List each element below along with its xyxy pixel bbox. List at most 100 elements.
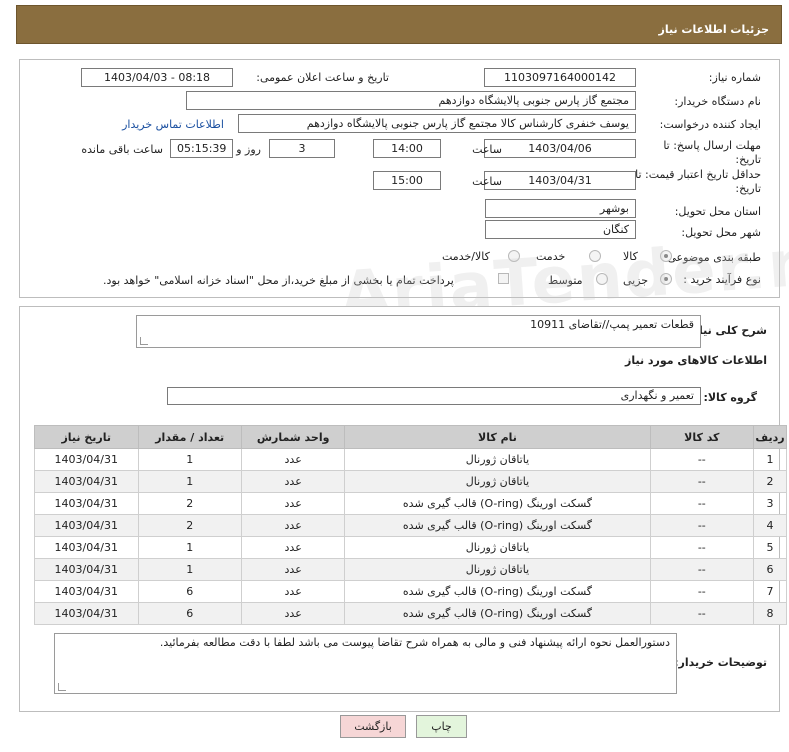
days-label: روز و	[236, 143, 261, 156]
cell-date: 1403/04/31	[34, 580, 139, 603]
table-row: 1 -- یاتاقان ژورنال عدد 1 1403/04/31	[34, 448, 787, 471]
table-row: 6 -- یاتاقان ژورنال عدد 1 1403/04/31	[34, 558, 787, 581]
reply-time-label: ساعت	[472, 143, 502, 156]
page-header: جزئیات اطلاعات نیاز	[16, 5, 782, 44]
cell-date: 1403/04/31	[34, 602, 139, 625]
cell-date: 1403/04/31	[34, 514, 139, 537]
buyer-org-label: نام دستگاه خریدار:	[674, 95, 761, 108]
province-field: بوشهر	[485, 199, 636, 218]
goods-info-title: اطلاعات کالاهای مورد نیاز	[625, 354, 767, 367]
table-row: 2 -- یاتاقان ژورنال عدد 1 1403/04/31	[34, 470, 787, 493]
cell-date: 1403/04/31	[34, 536, 139, 559]
reply-deadline-label-2: تاریخ:	[735, 153, 761, 166]
treasury-checkbox[interactable]	[498, 273, 509, 284]
group-field: تعمیر و نگهداری	[167, 387, 701, 405]
description-field[interactable]: قطعات تعمیر پمپ//تقاضای 10911	[136, 315, 701, 348]
need-info-panel: شماره نیاز: 1103097164000142 تاریخ و ساع…	[19, 59, 780, 298]
radio-medium[interactable]	[596, 273, 608, 285]
col-date: تاریخ نیاز	[34, 425, 139, 449]
remaining-label: ساعت باقی مانده	[81, 143, 163, 156]
cell-date: 1403/04/31	[34, 492, 139, 515]
cell-code: --	[649, 558, 755, 581]
resize-handle-icon[interactable]	[58, 683, 66, 691]
process-label: نوع فرآیند خرید :	[683, 273, 761, 286]
cell-code: --	[649, 448, 755, 471]
price-deadline-label: حداقل تاریخ اعتبار قیمت: تا	[635, 168, 761, 181]
radio-goods-service[interactable]	[508, 250, 520, 262]
page-title: جزئیات اطلاعات نیاز	[658, 23, 770, 36]
resize-handle-icon[interactable]	[140, 337, 148, 345]
table-row: 5 -- یاتاقان ژورنال عدد 1 1403/04/31	[34, 536, 787, 559]
category-label: طبقه بندی موضوعی:	[663, 251, 761, 264]
announce-field: 1403/04/03 - 08:18	[81, 68, 233, 87]
payment-note: پرداخت تمام یا بخشی از مبلغ خرید،از محل …	[103, 274, 454, 287]
remaining-time-field: 05:15:39	[170, 139, 233, 158]
cell-name: گسکت اورینگ (O-ring) قالب گیری شده	[344, 492, 651, 515]
table-row: 4 -- گسکت اورینگ (O-ring) قالب گیری شده عدد…	[34, 514, 787, 537]
radio-minor[interactable]	[660, 273, 672, 285]
col-qty: تعداد / مقدار	[137, 425, 242, 449]
radio-medium-label: متوسط	[548, 274, 583, 287]
cell-name: گسکت اورینگ (O-ring) قالب گیری شده	[344, 580, 651, 603]
cell-row: 6	[753, 558, 787, 581]
table-header-row: ردیف کد کالا نام کالا واحد شمارش تعداد /…	[34, 425, 787, 449]
need-number-label: شماره نیاز:	[708, 71, 761, 84]
cell-code: --	[649, 514, 755, 537]
cell-qty: 6	[137, 602, 242, 625]
radio-goods[interactable]	[660, 250, 672, 262]
radio-service[interactable]	[589, 250, 601, 262]
reply-time-field: 14:00	[373, 139, 441, 158]
need-number-field: 1103097164000142	[484, 68, 636, 87]
cell-qty: 2	[137, 514, 242, 537]
buyer-notes-field[interactable]: دستورالعمل نحوه ارائه پیشنهاد فنی و مالی…	[54, 633, 677, 694]
price-time-field: 15:00	[373, 171, 441, 190]
cell-name: یاتاقان ژورنال	[344, 558, 651, 581]
buyer-notes-label: توضیحات خریدار:	[674, 656, 767, 669]
cell-unit: عدد	[240, 514, 346, 537]
cell-qty: 1	[137, 558, 242, 581]
cell-code: --	[649, 602, 755, 625]
cell-qty: 6	[137, 580, 242, 603]
col-code: کد کالا	[649, 425, 755, 449]
back-button[interactable]: بازگشت	[340, 715, 406, 738]
cell-row: 5	[753, 536, 787, 559]
days-field: 3	[269, 139, 335, 158]
city-label: شهر محل تحویل:	[681, 226, 761, 239]
radio-goods-label: کالا	[623, 250, 638, 263]
price-date-field: 1403/04/31	[484, 171, 636, 190]
cell-name: یاتاقان ژورنال	[344, 470, 651, 493]
details-panel: شرح کلی نیاز: قطعات تعمیر پمپ//تقاضای 10…	[19, 306, 787, 712]
reply-date-field: 1403/04/06	[484, 139, 636, 158]
cell-qty: 2	[137, 492, 242, 515]
announce-label: تاریخ و ساعت اعلان عمومی:	[256, 71, 389, 84]
cell-unit: عدد	[240, 536, 346, 559]
table-row: 8 -- گسکت اورینگ (O-ring) قالب گیری شده عدد…	[34, 602, 787, 625]
province-label: استان محل تحویل:	[674, 205, 761, 218]
cell-row: 4	[753, 514, 787, 537]
cell-row: 3	[753, 492, 787, 515]
col-row: ردیف	[753, 425, 787, 449]
cell-qty: 1	[137, 470, 242, 493]
cell-row: 8	[753, 602, 787, 625]
cell-qty: 1	[137, 448, 242, 471]
description-text: قطعات تعمیر پمپ//تقاضای 10911	[530, 318, 694, 331]
radio-minor-label: جزیی	[623, 274, 649, 287]
cell-date: 1403/04/31	[34, 470, 139, 493]
cell-unit: عدد	[240, 448, 346, 471]
table-row: 7 -- گسکت اورینگ (O-ring) قالب گیری شده عدد…	[34, 580, 787, 603]
buyer-contact-link[interactable]: اطلاعات تماس خریدار	[122, 118, 224, 131]
cell-name: گسکت اورینگ (O-ring) قالب گیری شده	[344, 514, 651, 537]
print-button[interactable]: چاپ	[416, 715, 467, 738]
reply-deadline-label: مهلت ارسال پاسخ: تا	[663, 139, 761, 152]
cell-code: --	[649, 470, 755, 493]
cell-date: 1403/04/31	[34, 558, 139, 581]
price-deadline-label-2: تاریخ:	[735, 182, 761, 195]
creator-label: ایجاد کننده درخواست:	[659, 118, 761, 131]
cell-unit: عدد	[240, 558, 346, 581]
price-time-label: ساعت	[472, 175, 502, 188]
cell-unit: عدد	[240, 580, 346, 603]
radio-goods-service-label: کالا/خدمت	[442, 250, 490, 263]
items-table: ردیف کد کالا نام کالا واحد شمارش تعداد /…	[34, 425, 787, 625]
creator-field: یوسف خنفری کارشناس کالا مجتمع گاز پارس ج…	[238, 114, 636, 133]
cell-code: --	[649, 536, 755, 559]
